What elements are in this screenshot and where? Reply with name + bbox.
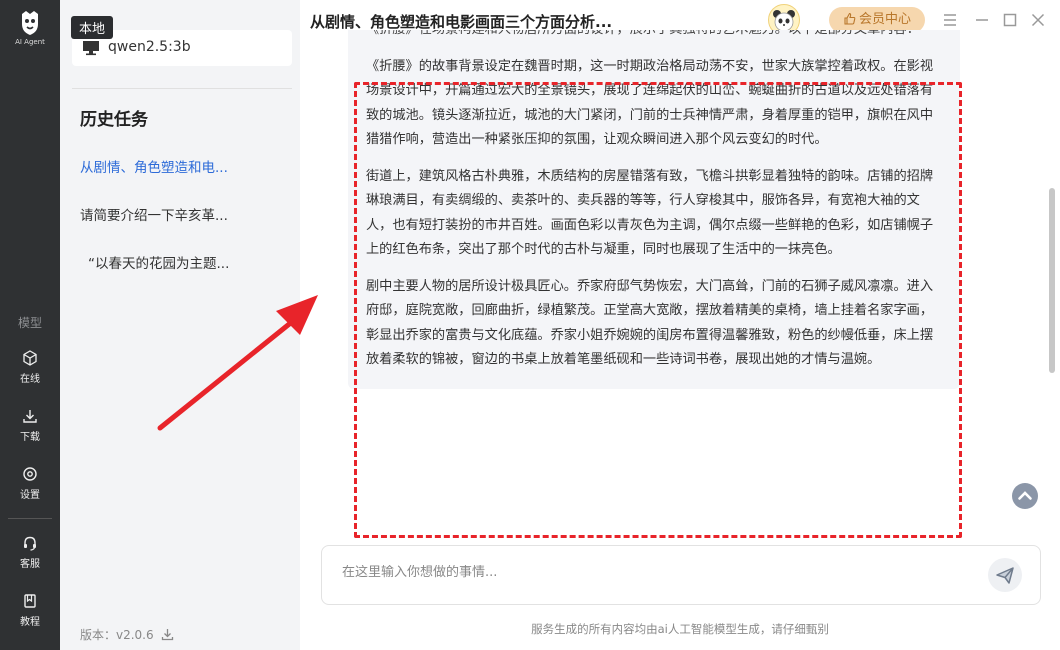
vip-center-label: 会员中心 xyxy=(858,12,911,27)
download-icon xyxy=(23,410,37,423)
rail-item-settings[interactable]: 设置 xyxy=(0,466,60,501)
download-icon[interactable] xyxy=(161,628,174,641)
local-badge: 本地 xyxy=(71,16,114,39)
rail-divider xyxy=(8,518,52,519)
rail-section-label: 模型 xyxy=(17,316,42,330)
maximize-icon[interactable] xyxy=(1000,10,1020,30)
footer-disclaimer: 服务生成的所有内容均由ai人工智能模型生成，请仔细甄别 xyxy=(531,622,829,636)
answer-bubble: 《折腰》在场景构建和人物居所方面的设计，展示了其独特的艺术魅力。以下是部分文章内… xyxy=(348,30,960,389)
rail-item-label: 客服 xyxy=(20,559,40,570)
history-title: 历史任务 xyxy=(80,110,148,130)
app-logo: AI Agent xyxy=(0,10,60,46)
sidebar-divider xyxy=(72,88,292,89)
chevron-up-icon xyxy=(1018,491,1032,500)
rail-item-online[interactable]: 在线 xyxy=(0,350,60,385)
version-label: 版本：v2.0.6 xyxy=(80,626,174,643)
answer-paragraph: 剧中主要人物的居所设计极具匠心。乔家府邸气势恢宏，大门高耸，门前的石狮子威风凛凛… xyxy=(366,278,934,368)
answer-intro: 《折腰》在场景构建和人物居所方面的设计，展示了其独特的艺术魅力。以下是部分文章内… xyxy=(366,30,942,43)
model-name: qwen2.5:3b xyxy=(108,39,191,55)
history-item[interactable]: 请简要介绍一下辛亥革... xyxy=(80,204,228,224)
answer-paragraph: 街道上，建筑风格古朴典雅，木质结构的房屋错落有致，飞檐斗拱彰显着独特的韵味。店铺… xyxy=(366,168,934,258)
rail-item-support[interactable]: 客服 xyxy=(0,535,60,570)
scroll-top-button[interactable] xyxy=(1012,483,1038,509)
rail-item-label: 设置 xyxy=(20,490,40,501)
rail-item-download[interactable]: 下载 xyxy=(0,408,60,443)
close-icon[interactable] xyxy=(1028,10,1048,30)
annotation-arrow-icon xyxy=(157,295,318,431)
menu-icon[interactable] xyxy=(940,10,960,30)
answer-paragraph: 《折腰》的故事背景设定在魏晋时期，这一时期政治格局动荡不安，世家大族掌控着政权。… xyxy=(366,58,934,148)
book-icon xyxy=(24,594,36,608)
monitor-icon xyxy=(83,41,99,56)
headset-icon xyxy=(24,536,36,551)
page-title: 从剧情、角色塑造和电影画面三个方面分析... xyxy=(310,13,613,31)
history-item[interactable]: 从剧情、角色塑造和电... xyxy=(80,156,228,176)
history-item[interactable]: “以春天的花园为主题... xyxy=(88,252,229,272)
send-button[interactable] xyxy=(988,558,1022,592)
rail-item-label: 教程 xyxy=(20,617,40,628)
message-input[interactable] xyxy=(342,565,962,580)
left-rail: AI Agent 模型 在线 下载 设置 客服 教程 xyxy=(0,0,60,650)
thumbs-up-icon xyxy=(844,12,856,25)
main-panel: 从剧情、角色塑造和电影画面三个方面分析... 会员中心 《折腰》在场景构建和人物… xyxy=(300,0,1060,650)
rail-item-label: 下载 xyxy=(20,432,40,443)
send-icon xyxy=(996,567,1014,584)
chat-scroll-area[interactable]: 《折腰》在场景构建和人物居所方面的设计，展示了其独特的艺术魅力。以下是部分文章内… xyxy=(320,30,1030,538)
rail-item-label: 在线 xyxy=(20,374,40,385)
logo-text: AI Agent xyxy=(15,38,45,46)
minimize-icon[interactable] xyxy=(972,10,992,30)
rail-item-tutorial[interactable]: 教程 xyxy=(0,593,60,628)
gear-icon xyxy=(23,467,37,481)
cube-icon xyxy=(23,350,37,366)
scrollbar-thumb[interactable] xyxy=(1049,188,1055,373)
version-text: 版本：v2.0.6 xyxy=(80,628,154,642)
logo-icon xyxy=(22,11,38,35)
message-input-box xyxy=(321,545,1041,605)
